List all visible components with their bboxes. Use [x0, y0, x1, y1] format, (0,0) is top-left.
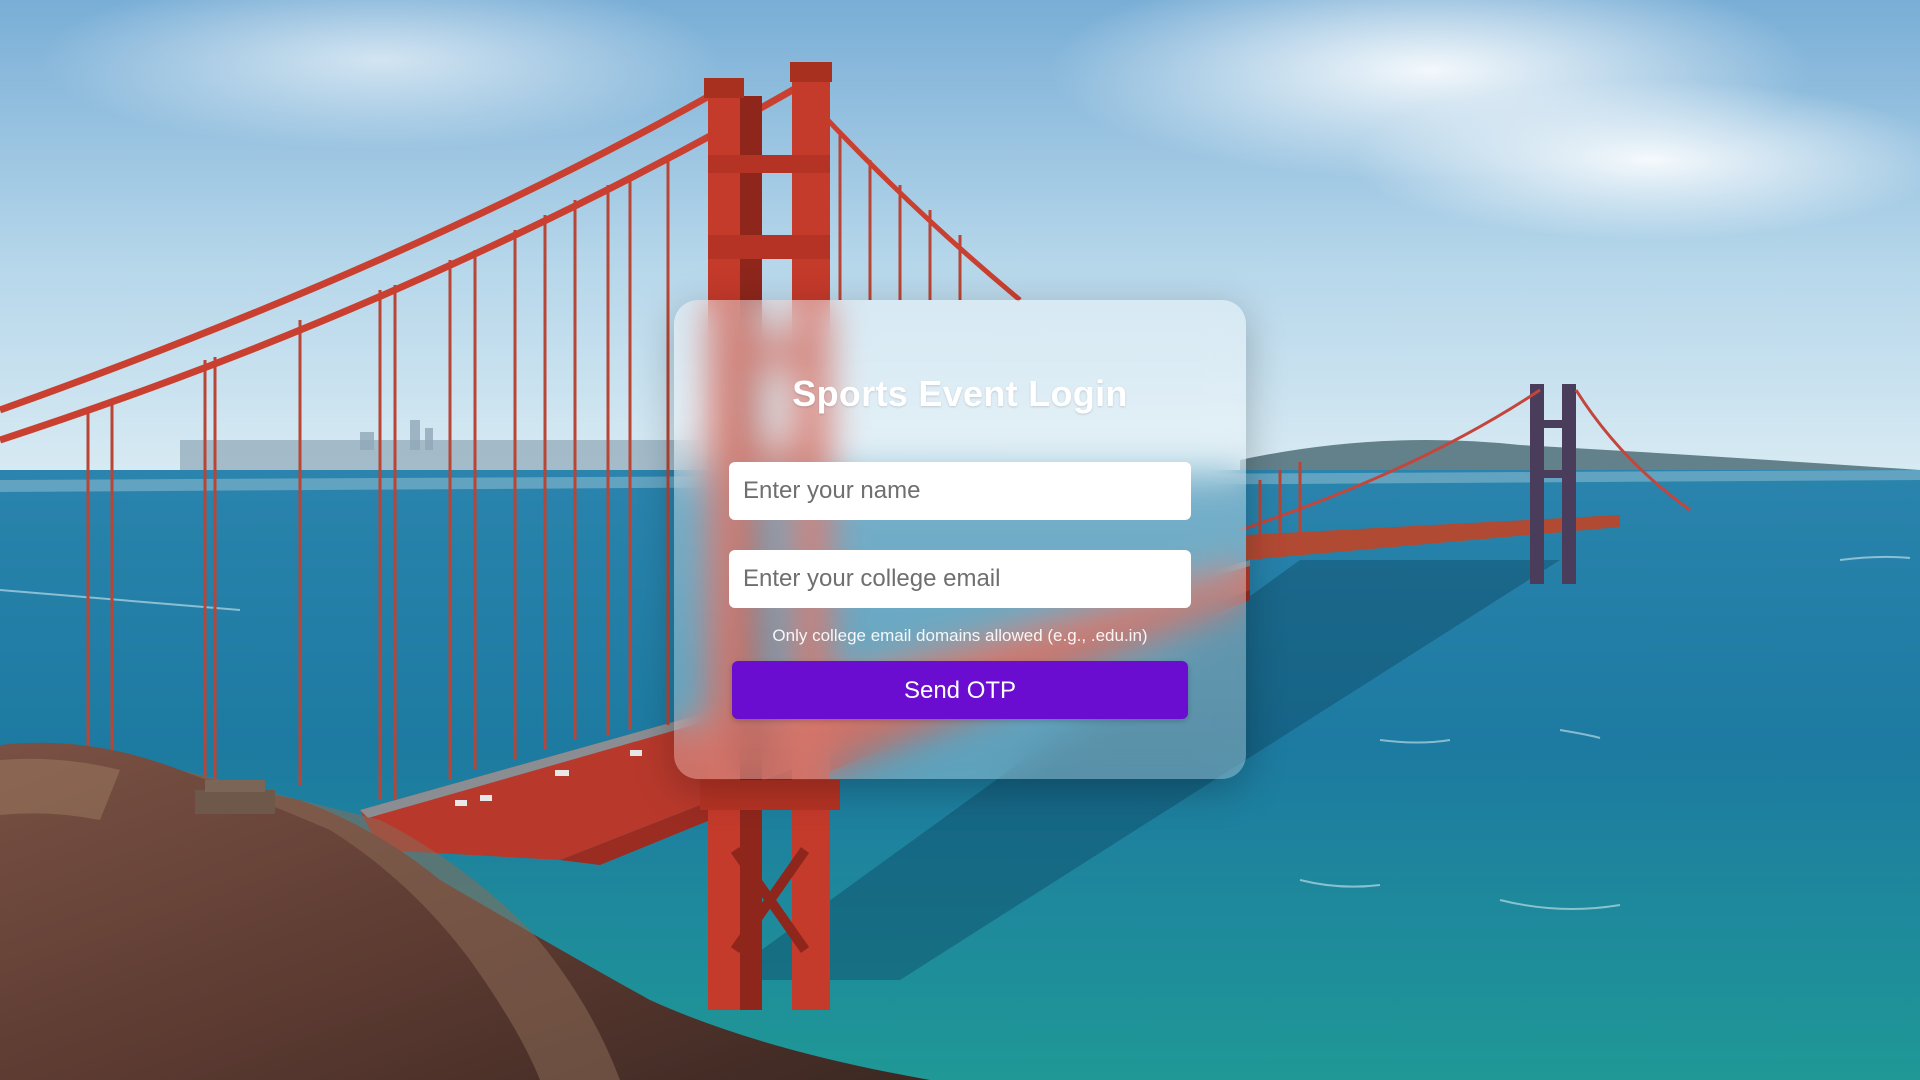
send-otp-button[interactable]: Send OTP — [732, 661, 1188, 719]
college-email-input[interactable] — [729, 550, 1191, 608]
name-input[interactable] — [729, 462, 1191, 520]
login-title: Sports Event Login — [792, 373, 1128, 414]
email-domain-hint: Only college email domains allowed (e.g.… — [772, 626, 1148, 645]
login-card: Sports Event Login Only college email do… — [674, 300, 1246, 779]
background-scene: Sports Event Login Only college email do… — [0, 0, 1920, 1080]
